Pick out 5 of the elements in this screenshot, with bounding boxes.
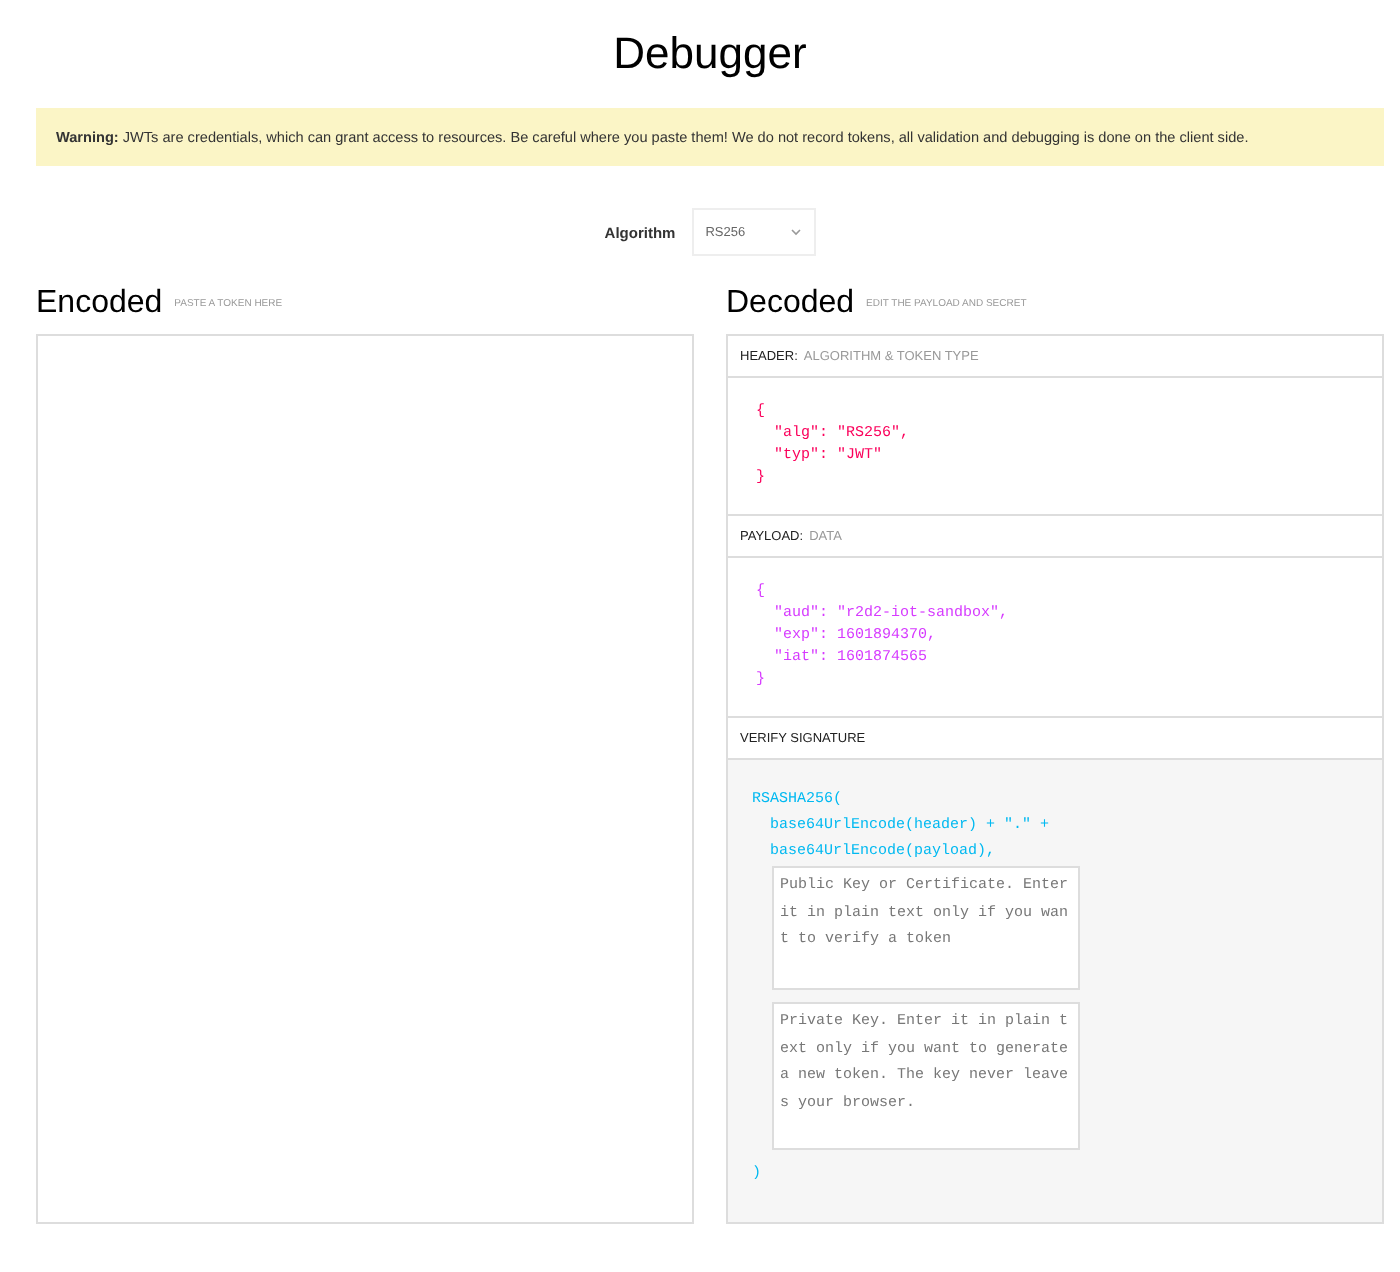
chevron-down-icon [789,228,802,236]
encoded-heading: Encoded [36,286,163,322]
token-input[interactable] [36,334,694,1224]
page-title: Debugger [611,26,809,82]
decoded-heading: Decoded [726,286,855,322]
